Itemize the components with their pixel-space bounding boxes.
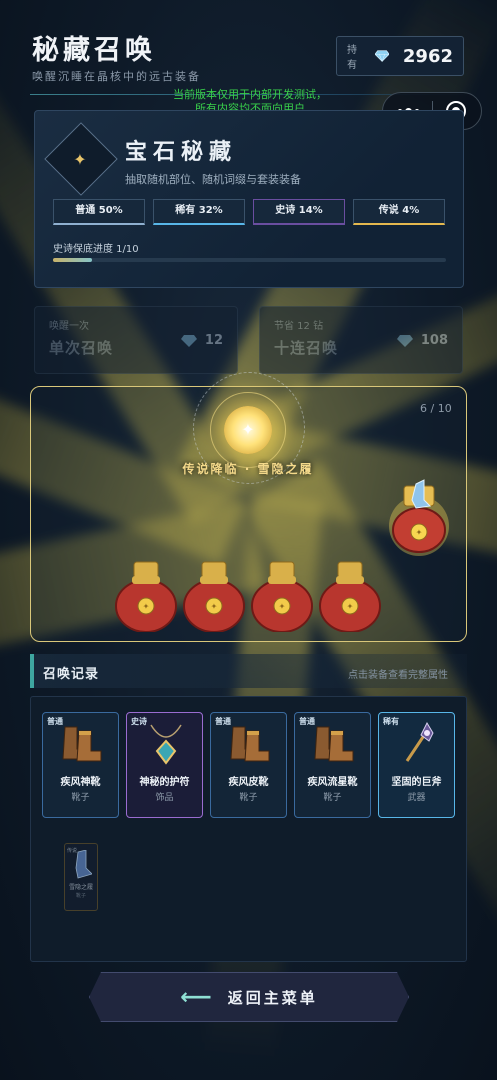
rate-legendary: 传说 4% — [353, 199, 445, 225]
page-subtitle: 唤醒沉睡在晶核中的远古装备 — [32, 70, 201, 83]
single-summon-hint: 唤醒一次 — [49, 321, 89, 332]
record-header-accent — [30, 654, 34, 688]
boots-icon — [62, 726, 102, 762]
svg-text:✦: ✦ — [143, 602, 150, 611]
card-name: 神秘的护符 — [139, 777, 190, 788]
ten-summon-label: 十连召唤 — [274, 339, 339, 357]
arrow-left-icon: ⟵ — [180, 984, 212, 1010]
card-type: 靴子 — [239, 793, 258, 803]
card-name: 疾风流星靴 — [307, 777, 358, 788]
svg-text:✦: ✦ — [347, 602, 354, 611]
opened-pouch-legendary[interactable]: ✦ — [388, 478, 450, 558]
card-name: 坚固的巨斧 — [391, 777, 442, 788]
single-summon-cost-value: 12 — [204, 333, 223, 348]
banner-title: 宝石秘藏 — [125, 140, 238, 165]
dev-notice-line1: 当前版本仅用于内部开发测试， — [173, 88, 327, 101]
crystal-boot-icon — [75, 850, 92, 879]
card-type: 靴子 — [75, 893, 86, 899]
back-to-menu-label: 返回主菜单 — [227, 988, 318, 1007]
legend-orb-icon: ✦ — [224, 406, 272, 454]
pity-progress-fill — [53, 258, 93, 262]
diamond-icon — [180, 334, 197, 347]
svg-text:✦: ✦ — [416, 528, 423, 537]
single-summon-button[interactable]: 唤醒一次 单次召唤 12 — [34, 306, 238, 374]
back-to-menu-button[interactable]: ⟵ 返回主菜单 — [89, 972, 409, 1022]
summon-counter: 6 / 10 — [420, 402, 452, 415]
record-card[interactable]: 普通 疾风流星靴 靴子 — [294, 712, 371, 818]
single-summon-cost: 12 — [180, 333, 223, 348]
currency-label: 持有 — [347, 45, 357, 71]
card-name: 雪隐之履 — [68, 884, 93, 891]
record-card-pending[interactable]: 传说 雪隐之履 靴子 — [64, 843, 98, 911]
summon-pouch[interactable]: ✦ — [114, 560, 178, 632]
diamond-icon — [374, 50, 389, 62]
currency-value: 2962 — [402, 45, 453, 67]
diamond-icon — [396, 334, 413, 347]
star-icon: ✦ — [73, 150, 87, 169]
card-type: 靴子 — [71, 793, 90, 803]
record-card[interactable]: 稀有 坚固的巨斧 武器 — [378, 712, 455, 818]
page-title: 秘藏召唤 — [32, 35, 156, 66]
boots-icon — [230, 726, 270, 762]
summon-pouch[interactable]: ✦ — [182, 560, 246, 632]
record-title: 召唤记录 — [43, 667, 100, 682]
card-type: 武器 — [407, 793, 426, 803]
record-card[interactable]: 史诗 神秘的护符 饰品 — [126, 712, 203, 818]
banner-description: 抽取随机部位、随机词缀与套装装备 — [125, 173, 301, 186]
card-type: 饰品 — [155, 793, 174, 803]
pity-progress-track — [53, 258, 446, 262]
amulet-icon — [150, 724, 182, 765]
pity-label: 史诗保底进度 1/10 — [53, 244, 139, 255]
axe-icon — [405, 721, 434, 762]
boots-icon — [314, 726, 354, 762]
rate-common: 普通 50% — [53, 199, 145, 225]
svg-text:✦: ✦ — [279, 602, 286, 611]
record-card[interactable]: 普通 疾风神靴 靴子 — [42, 712, 119, 818]
legend-announcement: 传说降临 · 雪隐之履 — [182, 462, 314, 476]
summon-pouch[interactable]: ✦ — [250, 560, 314, 632]
ten-summon-cost: 108 — [396, 333, 448, 348]
currency-display: 持有 2962 — [336, 36, 464, 76]
ten-summon-cost-value: 108 — [420, 333, 448, 348]
rate-rare: 稀有 32% — [153, 199, 245, 225]
record-card[interactable]: 普通 疾风皮靴 靴子 — [210, 712, 287, 818]
svg-text:✦: ✦ — [211, 602, 218, 611]
card-type: 靴子 — [323, 793, 342, 803]
card-name: 疾风神靴 — [60, 777, 101, 788]
card-name: 疾风皮靴 — [228, 777, 269, 788]
summon-pouch[interactable]: ✦ — [318, 560, 382, 632]
ten-summon-button[interactable]: 节省 12 钻 十连召唤 108 — [259, 306, 463, 374]
ten-summon-hint: 节省 12 钻 — [274, 321, 324, 332]
single-summon-label: 单次召唤 — [49, 339, 114, 357]
rate-epic: 史诗 14% — [253, 199, 345, 225]
record-hint: 点击装备查看完整属性 — [348, 670, 448, 681]
